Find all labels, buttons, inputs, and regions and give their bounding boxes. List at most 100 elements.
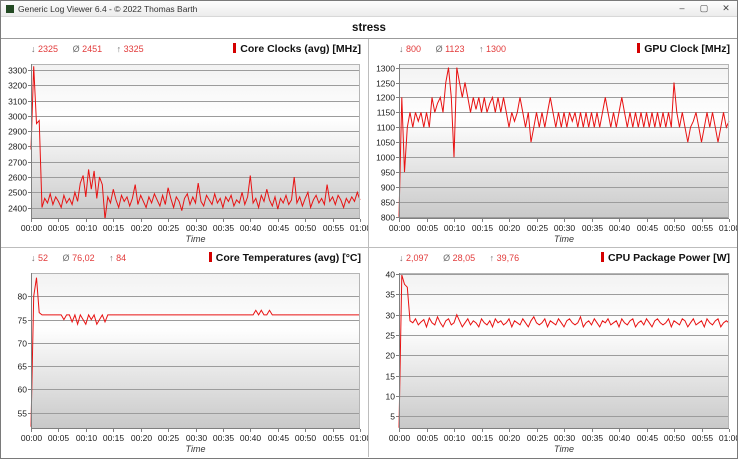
stat-min-value: 52 (38, 253, 48, 263)
log-name-label: stress (352, 22, 386, 34)
svg-text:Time: Time (186, 234, 206, 244)
svg-text:00:55: 00:55 (692, 223, 714, 233)
chart-stats: ↓ 2,097 Ø 28,05 ↑ 39,76 (399, 253, 531, 263)
svg-text:1200: 1200 (376, 93, 395, 103)
stat-min-value: 800 (406, 44, 421, 54)
stat-min-value: 2,097 (406, 253, 429, 263)
svg-text:70: 70 (18, 339, 28, 349)
svg-text:00:10: 00:10 (444, 223, 466, 233)
svg-text:00:30: 00:30 (554, 433, 576, 443)
gpu-clock-chart[interactable]: 8008509009501000105011001150120012501300… (369, 59, 737, 247)
minimize-button[interactable]: – (671, 1, 693, 16)
chart-title: GPU Clock [MHz] (637, 43, 730, 55)
svg-text:01:00: 01:00 (350, 223, 368, 233)
svg-text:1300: 1300 (376, 64, 395, 74)
maximize-button[interactable]: ▢ (693, 1, 715, 16)
app-icon (6, 5, 14, 13)
stat-max-value: 3325 (124, 44, 144, 54)
cpu-package-power-chart[interactable]: 51015202530354000:0000:0500:1000:1500:20… (369, 268, 737, 457)
chart-title: Core Clocks (avg) [MHz] (233, 43, 361, 55)
svg-text:900: 900 (381, 183, 395, 193)
svg-text:80: 80 (18, 292, 28, 302)
svg-text:10: 10 (386, 392, 396, 402)
svg-text:Time: Time (554, 444, 574, 454)
svg-text:40: 40 (386, 270, 396, 280)
svg-text:00:45: 00:45 (268, 223, 290, 233)
close-button[interactable]: ✕ (715, 1, 737, 16)
svg-text:Time: Time (186, 444, 206, 454)
svg-text:00:30: 00:30 (554, 223, 576, 233)
svg-text:60: 60 (18, 385, 28, 395)
svg-text:00:20: 00:20 (499, 433, 521, 443)
avg-icon: Ø (73, 44, 80, 54)
svg-text:00:00: 00:00 (21, 223, 43, 233)
stat-avg-value: 1123 (445, 44, 464, 54)
avg-icon: Ø (443, 253, 450, 263)
min-arrow-icon: ↓ (399, 253, 404, 263)
svg-text:00:00: 00:00 (389, 433, 411, 443)
core-clocks-chart[interactable]: 2400250026002700280029003000310032003300… (1, 59, 368, 247)
svg-text:3100: 3100 (8, 97, 27, 107)
svg-text:30: 30 (386, 311, 396, 321)
svg-text:Time: Time (554, 234, 574, 244)
svg-text:00:45: 00:45 (637, 433, 659, 443)
core-temperatures-panel: ↓ 52 Ø 76,02 ↑ 84 Core Temperatures (avg… (1, 248, 369, 457)
svg-text:00:55: 00:55 (692, 433, 714, 443)
chart-stats: ↓ 2325 Ø 2451 ↑ 3325 (31, 44, 156, 54)
svg-text:2900: 2900 (8, 127, 27, 137)
chart-header: ↓ 2325 Ø 2451 ↑ 3325 Core Clocks (avg) [… (1, 39, 368, 59)
svg-text:00:15: 00:15 (103, 433, 125, 443)
svg-text:1150: 1150 (377, 108, 396, 118)
chart-title-text: CPU Package Power [W] (608, 252, 730, 264)
svg-text:00:15: 00:15 (103, 223, 125, 233)
svg-text:1100: 1100 (377, 123, 396, 133)
svg-text:00:00: 00:00 (389, 223, 411, 233)
svg-text:65: 65 (18, 362, 28, 372)
log-header: stress (1, 17, 737, 39)
core-clocks-panel: ↓ 2325 Ø 2451 ↑ 3325 Core Clocks (avg) [… (1, 39, 369, 248)
svg-text:00:45: 00:45 (637, 223, 659, 233)
chart-stats: ↓ 52 Ø 76,02 ↑ 84 (31, 253, 138, 263)
svg-text:00:45: 00:45 (268, 433, 290, 443)
svg-text:2600: 2600 (8, 173, 27, 183)
svg-text:00:05: 00:05 (417, 223, 439, 233)
chart-title-text: Core Temperatures (avg) [°C] (216, 252, 361, 264)
stat-avg-value: 28,05 (453, 253, 476, 263)
svg-text:35: 35 (386, 290, 396, 300)
svg-text:20: 20 (386, 351, 396, 361)
chart-title: Core Temperatures (avg) [°C] (209, 252, 361, 264)
chart-header: ↓ 800 Ø 1123 ↑ 1300 GPU Clock [MHz] (369, 39, 737, 59)
svg-text:00:40: 00:40 (609, 433, 631, 443)
svg-text:25: 25 (386, 331, 396, 341)
svg-text:3200: 3200 (8, 81, 27, 91)
svg-text:1050: 1050 (376, 138, 395, 148)
stat-max-value: 84 (116, 253, 126, 263)
svg-text:3300: 3300 (8, 66, 27, 76)
svg-text:00:50: 00:50 (295, 433, 317, 443)
svg-text:950: 950 (381, 168, 395, 178)
core-temperatures-chart[interactable]: 55606570758000:0000:0500:1000:1500:2000:… (1, 268, 368, 457)
avg-icon: Ø (436, 44, 443, 54)
svg-text:00:30: 00:30 (186, 433, 208, 443)
svg-text:55: 55 (18, 409, 28, 419)
svg-text:00:10: 00:10 (76, 433, 98, 443)
stat-max-value: 1300 (486, 44, 506, 54)
max-arrow-icon: ↑ (490, 253, 495, 263)
svg-text:01:00: 01:00 (719, 433, 737, 443)
chart-header: ↓ 2,097 Ø 28,05 ↑ 39,76 CPU Package Powe… (369, 248, 737, 268)
svg-text:00:00: 00:00 (21, 433, 43, 443)
cpu-package-power-panel: ↓ 2,097 Ø 28,05 ↑ 39,76 CPU Package Powe… (369, 248, 737, 457)
svg-text:00:55: 00:55 (323, 433, 345, 443)
svg-text:2500: 2500 (8, 188, 27, 198)
chart-title-text: GPU Clock [MHz] (644, 43, 730, 55)
svg-text:850: 850 (381, 198, 395, 208)
stat-avg-value: 76,02 (72, 253, 95, 263)
window-controls: – ▢ ✕ (671, 1, 737, 16)
svg-text:1000: 1000 (376, 153, 395, 163)
gpu-clock-panel: ↓ 800 Ø 1123 ↑ 1300 GPU Clock [MHz] 800 8… (369, 39, 737, 248)
svg-text:00:40: 00:40 (609, 223, 631, 233)
svg-text:00:25: 00:25 (158, 433, 180, 443)
svg-text:15: 15 (386, 372, 396, 382)
window-title: Generic Log Viewer 6.4 - © 2022 Thomas B… (18, 4, 197, 14)
window-title-bar: Generic Log Viewer 6.4 - © 2022 Thomas B… (1, 1, 737, 17)
